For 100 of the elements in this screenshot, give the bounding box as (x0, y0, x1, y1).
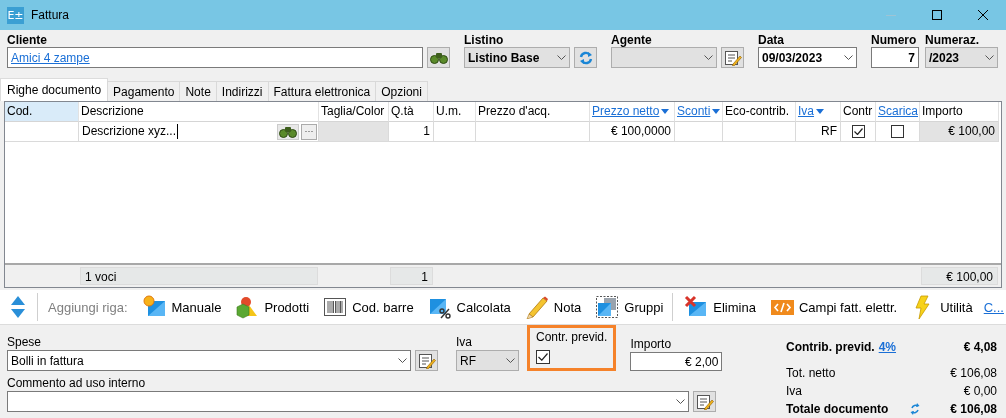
comment-field[interactable] (7, 391, 689, 412)
total-cell: 1 voci (80, 267, 318, 285)
tab[interactable]: Opzioni (375, 81, 428, 101)
table-cell: € 100,00 (920, 122, 999, 142)
field-label: Contr. previd. (536, 330, 608, 345)
refresh-icon[interactable] (910, 403, 921, 415)
checkbox[interactable] (536, 350, 550, 364)
percent-link[interactable]: 4% (878, 340, 896, 354)
dropdown-arrow-icon (712, 109, 721, 114)
field-label: Spese (7, 335, 43, 350)
toolbar-button[interactable]: Cod. barre (316, 293, 421, 321)
summary-value: € 4,08 (963, 340, 997, 354)
dropdown[interactable]: RF (456, 350, 519, 371)
column-header[interactable]: Prezzo netto (590, 102, 675, 122)
number-field[interactable]: 7 (871, 47, 919, 68)
binoculars-icon (429, 51, 448, 64)
edit-button[interactable] (693, 391, 716, 412)
toolbar-button[interactable]: Manuale (135, 293, 229, 321)
column-header[interactable]: Q.tà (389, 102, 434, 122)
binoculars-icon (279, 125, 297, 138)
chevron-down-icon (557, 55, 566, 60)
app-logo: E± (7, 6, 24, 24)
edit-icon (723, 49, 742, 66)
toolbar-label: Aggiungi riga: (48, 299, 128, 315)
column-header[interactable]: Prezzo d'acq. (476, 102, 590, 122)
summary-value: € 0,00 (963, 384, 997, 398)
summary-label: Totale documento (786, 402, 889, 416)
search-button[interactable] (427, 47, 450, 68)
chevron-down-icon (844, 55, 853, 60)
summary-label: Iva (786, 384, 802, 398)
summary-value: € 106,08 (950, 402, 997, 416)
field-label: Agente (611, 33, 653, 47)
window-title: Fattura (31, 8, 70, 22)
field-label: Importo (630, 337, 673, 352)
tab[interactable]: Pagamento (107, 81, 181, 101)
arrow-down-icon[interactable] (11, 309, 25, 318)
edit-icon (417, 352, 436, 369)
amount-field[interactable]: € 2,00 (630, 352, 723, 371)
total-cell: € 100,00 (921, 267, 998, 285)
toolbar-button[interactable]: Prodotti (228, 293, 317, 321)
table-cell: € 100,0000 (590, 122, 675, 142)
refresh-icon (577, 50, 594, 65)
shapes-icon (235, 295, 260, 319)
tab[interactable]: Righe documento (0, 78, 109, 101)
toolbar-button[interactable]: Campi fatt. elettr. (762, 293, 905, 321)
field-label: Data (758, 33, 785, 47)
dropdown[interactable]: Listino Base (464, 47, 570, 68)
checkmark-icon (853, 128, 863, 135)
refresh-button[interactable] (574, 47, 597, 68)
column-header[interactable]: Descrizione (79, 102, 319, 122)
toolbar-button[interactable]: Elimina (677, 293, 763, 321)
chevron-down-icon (676, 399, 685, 404)
field-label: Numeraz. (925, 33, 981, 47)
dropdown[interactable]: /2023 (925, 47, 998, 68)
field-label: Numero (871, 33, 918, 47)
field-label: Cliente (7, 33, 48, 47)
column-header[interactable]: Eco-contrib. (723, 102, 796, 122)
column-header[interactable]: Sconti (675, 102, 723, 122)
column-header[interactable]: U.m. (434, 102, 476, 122)
dropdown-arrow-icon (816, 109, 824, 114)
toolbar-button[interactable]: Utilità (904, 293, 980, 321)
group-icon (595, 295, 620, 319)
column-header[interactable]: Scarica (876, 102, 920, 122)
more-button[interactable]: ··· (301, 123, 317, 140)
field-label: Iva (456, 335, 473, 350)
toolbar-button[interactable]: Calcolata (420, 293, 518, 321)
column-header[interactable]: Iva (796, 102, 841, 122)
summary-label: Tot. netto (786, 366, 836, 380)
column-header[interactable]: Contr (841, 102, 876, 122)
search-button[interactable] (277, 123, 299, 140)
checkmark-icon (538, 353, 548, 361)
table-cell: 1 (389, 122, 434, 142)
maximize-icon[interactable] (932, 10, 942, 20)
field-label: Listino (464, 33, 505, 47)
client-field[interactable]: Amici 4 zampe (7, 47, 423, 68)
dropdown[interactable]: Bolli in fattura (7, 350, 411, 371)
column-header[interactable]: Cod. (5, 102, 79, 122)
delete-card-icon (684, 295, 709, 319)
close-icon[interactable] (978, 10, 988, 20)
edit-button[interactable] (415, 350, 438, 371)
client-link[interactable]: Amici 4 zampe (11, 50, 90, 65)
more-link[interactable]: C... (983, 299, 1004, 315)
field-label: Commento ad uso interno (7, 376, 147, 391)
date-picker[interactable]: 09/03/2023 (758, 47, 857, 68)
note-card-icon (142, 295, 167, 319)
chevron-down-icon (398, 358, 407, 363)
summary-label: Contrib. previd. (786, 340, 875, 354)
checkbox[interactable] (851, 125, 865, 138)
total-cell: 1 (390, 267, 433, 285)
arrow-up-icon[interactable] (11, 296, 25, 305)
checkbox[interactable] (891, 125, 904, 138)
edit-button[interactable] (721, 47, 744, 68)
chevron-down-icon (704, 55, 713, 60)
pencil-icon (524, 295, 549, 319)
barcode-icon (323, 295, 348, 319)
description-input[interactable]: Descrizione xyz... (82, 122, 177, 141)
dropdown-arrow-icon (661, 109, 670, 114)
toolbar-button[interactable]: Gruppi (588, 293, 671, 321)
chevron-down-icon (506, 358, 515, 363)
toolbar-button[interactable]: Nota (517, 293, 589, 321)
